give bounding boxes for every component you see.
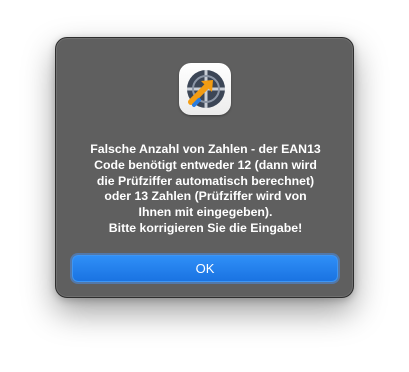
message-line: Ihnen mit eingegeben).	[138, 205, 273, 220]
app-icon	[179, 63, 231, 115]
message-line: oder 13 Zahlen (Prüfziffer wird von	[104, 189, 307, 204]
ok-button[interactable]: OK	[72, 255, 338, 282]
message-line: Bitte korrigieren Sie die Eingabe!	[108, 220, 303, 235]
message-line: Code benötigt entweder 12 (dann wird	[94, 157, 317, 172]
message-line: die Prüfziffer automatisch berechnet)	[96, 173, 315, 188]
message-line: Falsche Anzahl von Zahlen - der EAN13	[90, 142, 321, 156]
app-logo-graphic	[187, 70, 225, 108]
alert-dialog: Falsche Anzahl von Zahlen - der EAN13 Co…	[55, 37, 354, 298]
alert-message: Falsche Anzahl von Zahlen - der EAN13 Co…	[70, 142, 341, 237]
